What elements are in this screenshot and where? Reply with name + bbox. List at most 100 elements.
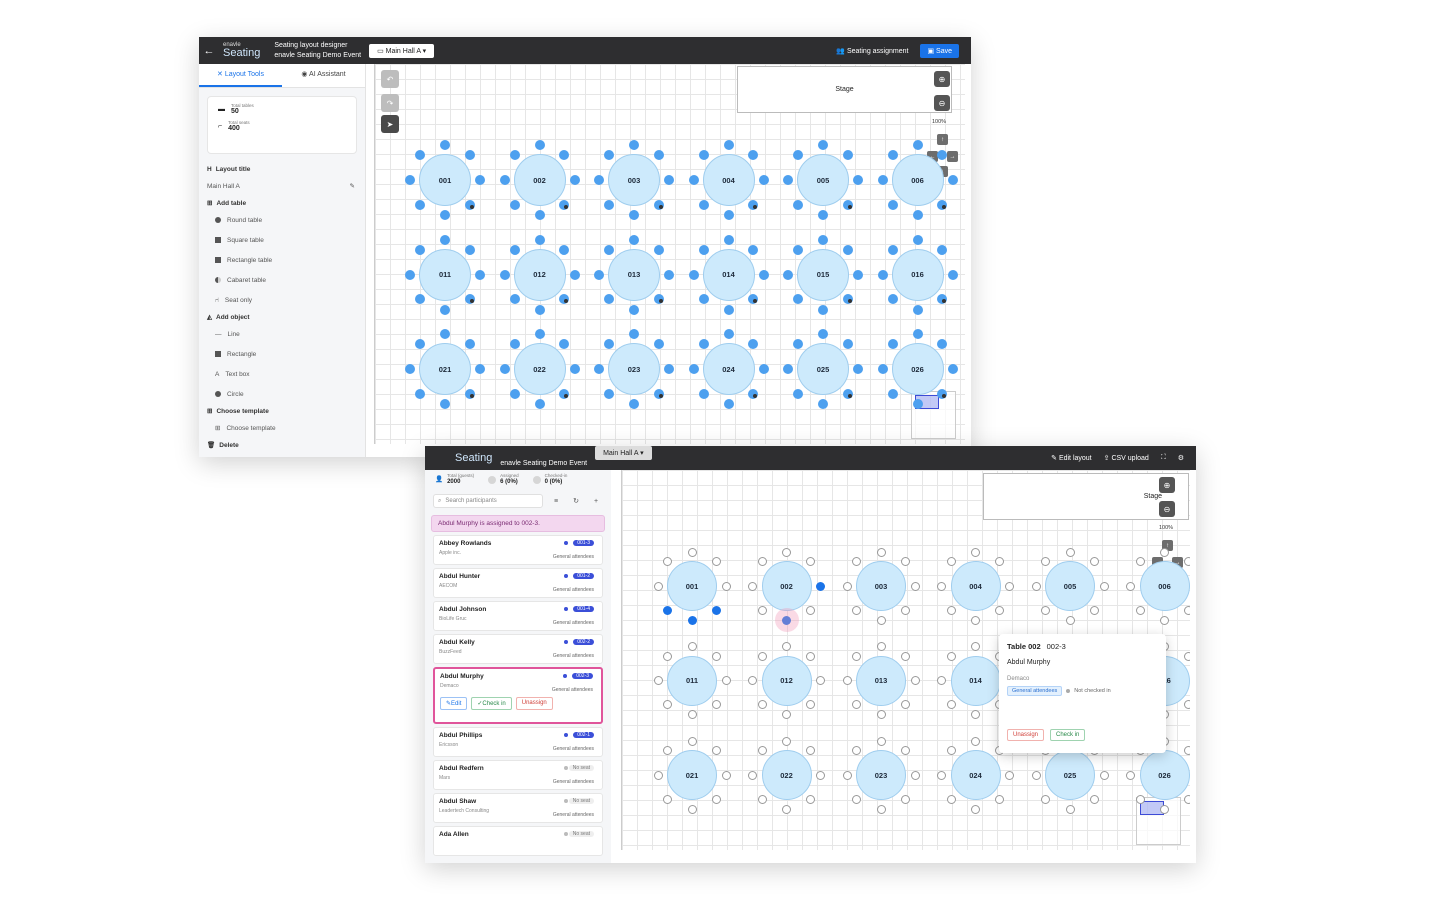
- seat[interactable]: [629, 399, 639, 409]
- round-table[interactable]: 016: [891, 248, 944, 301]
- circle-tool[interactable]: Circle: [199, 384, 365, 404]
- rectangle-tool[interactable]: Rectangle: [199, 344, 365, 364]
- seat[interactable]: [758, 175, 769, 185]
- seat[interactable]: [405, 364, 415, 374]
- seat[interactable]: [793, 339, 804, 350]
- seat[interactable]: [887, 294, 898, 305]
- seat[interactable]: [663, 700, 673, 710]
- text-box-tool[interactable]: A Text box: [199, 364, 365, 384]
- seat[interactable]: [723, 304, 734, 315]
- round-table[interactable]: 023: [856, 750, 906, 800]
- seat[interactable]: [900, 700, 910, 710]
- seat[interactable]: [971, 615, 980, 625]
- seat[interactable]: [723, 140, 734, 150]
- seat[interactable]: [748, 150, 759, 161]
- seat[interactable]: [937, 676, 946, 685]
- participant-card[interactable]: Ada Allen No seat: [433, 826, 603, 856]
- search-input[interactable]: ⌕ Search participants: [433, 494, 543, 508]
- seat[interactable]: [946, 605, 956, 615]
- popup-unassign-button[interactable]: Unassign: [1007, 729, 1045, 741]
- unassign-button[interactable]: Unassign: [515, 697, 553, 710]
- seat[interactable]: [783, 175, 793, 185]
- delete-heading[interactable]: 🗑 Delete: [199, 438, 365, 452]
- round-table[interactable]: 024: [950, 750, 1001, 800]
- seat-badge[interactable]: 001-2: [573, 573, 594, 579]
- csv-upload-button[interactable]: ⇪ CSV upload: [1104, 454, 1149, 462]
- seat[interactable]: [842, 150, 853, 161]
- round-table[interactable]: 022: [513, 343, 566, 395]
- seat[interactable]: [723, 234, 734, 245]
- seat[interactable]: [852, 557, 862, 567]
- pencil-icon[interactable]: ✎: [350, 182, 355, 190]
- seat[interactable]: [877, 175, 888, 185]
- layout-canvas[interactable]: ↶ ↷ ➤ Stage ⊕ ⊖ 100% ↑ ← → ↓ 00100200300…: [374, 64, 965, 444]
- seat[interactable]: [946, 651, 956, 661]
- seat[interactable]: [816, 581, 825, 591]
- seat[interactable]: [900, 557, 910, 567]
- seat[interactable]: [415, 199, 426, 210]
- resize-handle[interactable]: [753, 204, 758, 209]
- seat[interactable]: [559, 244, 570, 255]
- seat[interactable]: [748, 581, 757, 591]
- seat[interactable]: [816, 770, 825, 780]
- seat[interactable]: [653, 676, 663, 685]
- seat[interactable]: [947, 175, 958, 185]
- round-table[interactable]: 024: [702, 343, 755, 395]
- seat-badge[interactable]: 001-4: [573, 606, 594, 612]
- seat[interactable]: [664, 269, 674, 280]
- round-table[interactable]: 001: [419, 154, 471, 206]
- tab-layout-tools[interactable]: ✕ Layout Tools: [199, 64, 282, 87]
- seat[interactable]: [509, 150, 520, 161]
- seat[interactable]: [604, 199, 615, 210]
- seat[interactable]: [852, 651, 862, 661]
- seat[interactable]: [910, 770, 920, 780]
- seat[interactable]: [793, 244, 804, 255]
- seat[interactable]: [604, 150, 615, 161]
- round-table[interactable]: 014: [702, 248, 755, 301]
- seat[interactable]: [818, 140, 828, 150]
- seat[interactable]: [793, 294, 804, 305]
- seat[interactable]: [748, 244, 759, 255]
- seat[interactable]: [569, 269, 580, 280]
- seat[interactable]: [1184, 557, 1190, 567]
- participant-card[interactable]: Abdul Murphy Demaco 002-3 General attendees…: [433, 667, 603, 724]
- seat[interactable]: [1041, 557, 1051, 567]
- seat[interactable]: [842, 339, 853, 350]
- seat[interactable]: [758, 269, 769, 280]
- seat[interactable]: [1065, 547, 1075, 557]
- round-table[interactable]: 013: [856, 655, 906, 706]
- seat[interactable]: [405, 175, 415, 185]
- zoom-in-icon[interactable]: ⊕: [934, 71, 950, 87]
- seat[interactable]: [1135, 605, 1145, 615]
- round-table-tool[interactable]: Round table: [199, 210, 365, 230]
- seat[interactable]: [782, 736, 791, 746]
- edit-button[interactable]: ✎Edit: [440, 697, 468, 710]
- seat[interactable]: [818, 234, 828, 245]
- seat[interactable]: [698, 244, 709, 255]
- round-table[interactable]: 002: [761, 561, 812, 611]
- zoom-in-icon-2[interactable]: ⊕: [1159, 477, 1175, 493]
- seat[interactable]: [912, 234, 923, 245]
- seat[interactable]: [971, 642, 980, 651]
- seat[interactable]: [876, 736, 886, 746]
- zoom-out-icon-2[interactable]: ⊖: [1159, 501, 1175, 517]
- seat[interactable]: [876, 547, 886, 557]
- seat[interactable]: [947, 364, 958, 374]
- round-table[interactable]: 006: [1139, 561, 1190, 611]
- seat[interactable]: [900, 746, 910, 756]
- seat[interactable]: [877, 269, 888, 280]
- seat[interactable]: [995, 557, 1005, 567]
- seat[interactable]: [711, 605, 721, 615]
- seat-badge[interactable]: No seat: [568, 765, 594, 771]
- round-table[interactable]: 003: [856, 561, 906, 611]
- seat[interactable]: [698, 150, 709, 161]
- seat[interactable]: [793, 150, 804, 161]
- seat[interactable]: [663, 746, 673, 756]
- round-table[interactable]: 004: [950, 561, 1001, 611]
- seat[interactable]: [910, 676, 920, 685]
- resize-handle[interactable]: [658, 204, 663, 209]
- seat[interactable]: [1089, 794, 1099, 804]
- seat[interactable]: [464, 244, 475, 255]
- seat[interactable]: [721, 770, 731, 780]
- assignment-canvas[interactable]: Stage ⊕ ⊖ 100% ↑ ← → ↓ 00100200300400500…: [621, 470, 1190, 850]
